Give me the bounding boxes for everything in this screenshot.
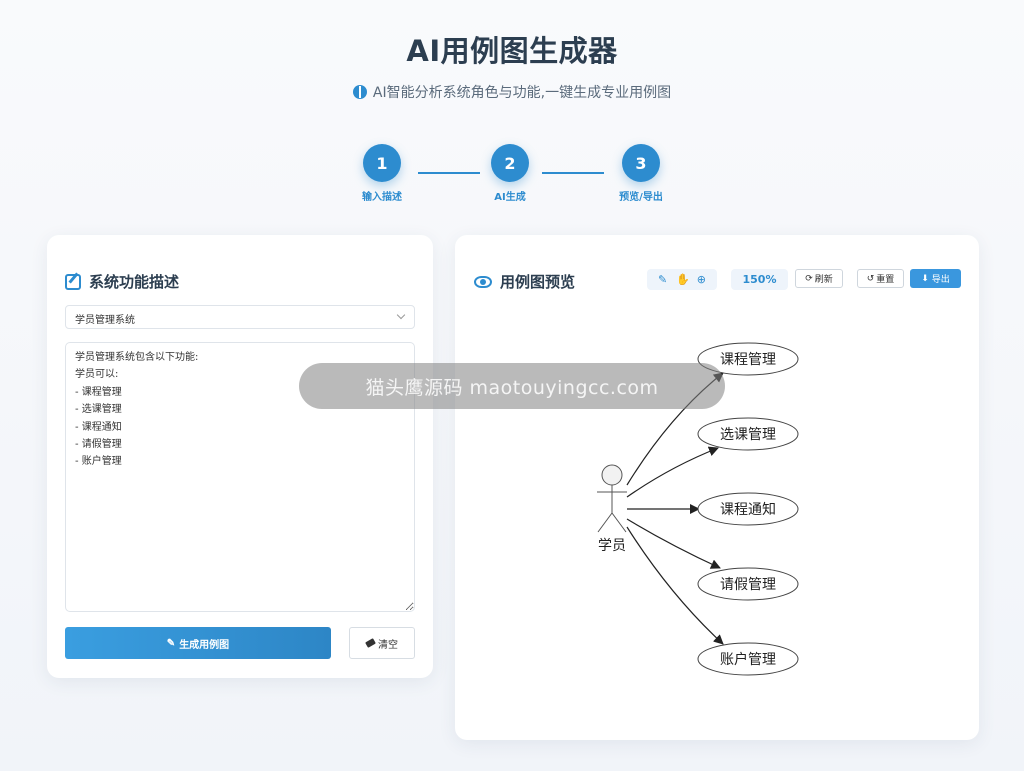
actor-label: 学员 — [598, 538, 626, 554]
step-connector — [542, 172, 604, 174]
step-2-circle[interactable]: 2 — [491, 144, 529, 182]
step-indicator: 1 输入描述 2 AI生成 3 预览/导出 — [0, 144, 1024, 206]
page-title: AI用例图生成器 — [406, 34, 618, 68]
edit-icon — [65, 273, 81, 290]
watermark-overlay: 猫头鹰源码 maotouyingcc.com — [299, 363, 725, 409]
use-case-3-label: 课程通知 — [720, 501, 776, 518]
step-2-label: AI生成 — [494, 192, 526, 203]
use-case-4-label: 请假管理 — [720, 577, 776, 593]
system-select-value: 学员管理系统 — [75, 315, 135, 326]
preview-panel: 用例图预览 ✎ ✋ ⊕ 150% ⟳ 刷新 ↺ 重置 ⬇ 导出 学员 课程管理 … — [455, 235, 979, 740]
chevron-down-icon — [396, 310, 406, 320]
description-panel: 系统功能描述 学员管理系统 学员管理系统包含以下功能: 学员可以: - 课程管理… — [47, 235, 433, 678]
use-case-3[interactable]: 课程通知 — [697, 492, 799, 526]
use-case-1-label: 课程管理 — [720, 352, 776, 368]
generate-button-label: 生成用例图 — [179, 639, 230, 651]
step-connector — [418, 172, 480, 174]
use-case-2[interactable]: 选课管理 — [697, 417, 799, 451]
use-case-diagram[interactable]: 学员 课程管理 选课管理 课程通知 请假管理 账户管理 — [455, 235, 979, 740]
step-1-label: 输入描述 — [362, 192, 402, 203]
eraser-icon — [365, 638, 376, 648]
description-panel-title: 系统功能描述 — [65, 271, 179, 292]
description-panel-title-text: 系统功能描述 — [89, 273, 180, 291]
actor-stick-figure[interactable] — [597, 464, 627, 533]
clear-button-label: 清空 — [378, 639, 398, 651]
association-line — [626, 518, 721, 569]
generate-button[interactable]: ✎ 生成用例图 — [65, 627, 331, 659]
clear-button[interactable]: 清空 — [349, 627, 415, 659]
association-line — [626, 446, 719, 498]
subtitle-text: AI智能分析系统角色与功能,一键生成专业用例图 — [372, 85, 672, 101]
step-3-circle[interactable]: 3 — [622, 144, 660, 182]
brain-icon — [352, 85, 367, 99]
step-3-label: 预览/导出 — [619, 192, 663, 203]
use-case-4[interactable]: 请假管理 — [697, 567, 799, 601]
use-case-5[interactable]: 账户管理 — [697, 642, 799, 676]
pen-icon: ✎ — [166, 637, 176, 649]
page-subtitle: AI智能分析系统角色与功能,一键生成专业用例图 — [0, 82, 1024, 102]
use-case-5-label: 账户管理 — [720, 651, 776, 668]
system-select[interactable]: 学员管理系统 — [65, 305, 415, 329]
use-case-2-label: 选课管理 — [720, 427, 776, 443]
step-1-circle[interactable]: 1 — [363, 144, 401, 182]
